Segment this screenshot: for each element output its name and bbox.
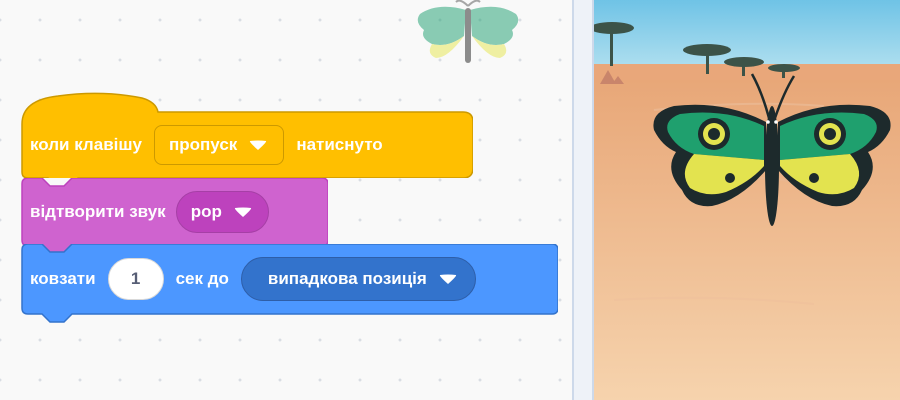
savanna-backdrop	[594, 0, 900, 400]
glide-to-block[interactable]: ковзати 1 сек до випадкова позиція	[18, 244, 558, 326]
motion-label-before: ковзати	[30, 269, 96, 288]
stage[interactable]	[594, 0, 900, 400]
code-workspace[interactable]: коли клавішу пропуск натиснуто відтворит…	[0, 0, 572, 400]
key-dropdown-value: пропуск	[169, 135, 238, 154]
when-key-pressed-block[interactable]: коли клавішу пропуск натиснуто	[18, 90, 473, 178]
workspace-scrollbar[interactable]	[572, 0, 594, 400]
sound-dropdown-value: pop	[190, 202, 222, 221]
target-dropdown-value: випадкова позиція	[267, 269, 427, 288]
key-dropdown[interactable]: пропуск	[154, 125, 285, 165]
sprite-watermark-icon	[417, 0, 519, 63]
dropdown-caret-icon	[439, 274, 456, 284]
play-sound-block[interactable]: відтворити звук pop	[18, 178, 328, 254]
dropdown-caret-icon	[234, 207, 251, 217]
dropdown-caret-icon	[250, 140, 267, 150]
event-label-after: натиснуто	[296, 135, 383, 154]
motion-label-mid: сек до	[175, 269, 229, 288]
target-dropdown[interactable]: випадкова позиція	[240, 257, 476, 301]
event-label-before: коли клавішу	[30, 135, 142, 154]
sound-label: відтворити звук	[30, 202, 166, 221]
sound-dropdown[interactable]: pop	[175, 191, 269, 233]
seconds-input[interactable]: 1	[107, 258, 164, 300]
